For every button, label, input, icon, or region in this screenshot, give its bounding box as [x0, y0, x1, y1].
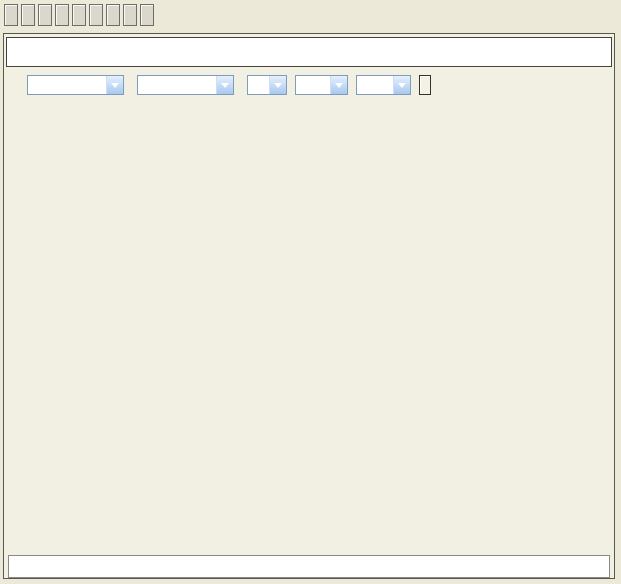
tab-intraday[interactable] [4, 4, 18, 26]
period-tabs [4, 4, 154, 26]
chevron-down-icon [330, 76, 347, 94]
price-chart-svg [4, 137, 614, 467]
tab-6-monate[interactable] [55, 4, 69, 26]
chevron-down-icon [106, 76, 123, 94]
legend-row-series [37, 104, 76, 118]
chevron-down-icon [216, 76, 233, 94]
zeitraum-select[interactable] [27, 75, 124, 95]
tab-10-jahre[interactable] [140, 4, 154, 26]
tab-1-jahr[interactable] [72, 4, 86, 26]
chart-panel [3, 33, 615, 579]
day-select[interactable] [247, 75, 287, 95]
series-color-swatch [37, 107, 68, 116]
year-select[interactable] [356, 75, 411, 95]
month-select[interactable] [295, 75, 348, 95]
go-button[interactable] [419, 75, 431, 95]
volume-chart-svg [4, 467, 614, 549]
tab-5-jahre[interactable] [123, 4, 137, 26]
average-color-swatch [37, 122, 68, 131]
quote-bar [6, 37, 612, 67]
report-bar [8, 555, 610, 578]
chevron-down-icon [393, 76, 410, 94]
tab-2-jahre[interactable] [89, 4, 103, 26]
legend-row-average [37, 119, 76, 133]
chart-toolbar [4, 74, 431, 96]
chart-legend [37, 104, 76, 134]
tab-3-monate[interactable] [38, 4, 52, 26]
chart-widget [0, 0, 621, 584]
chevron-down-icon [269, 76, 286, 94]
intervall-select[interactable] [137, 75, 234, 95]
tab-3-jahre[interactable] [106, 4, 120, 26]
tab-5-tage[interactable] [21, 4, 35, 26]
